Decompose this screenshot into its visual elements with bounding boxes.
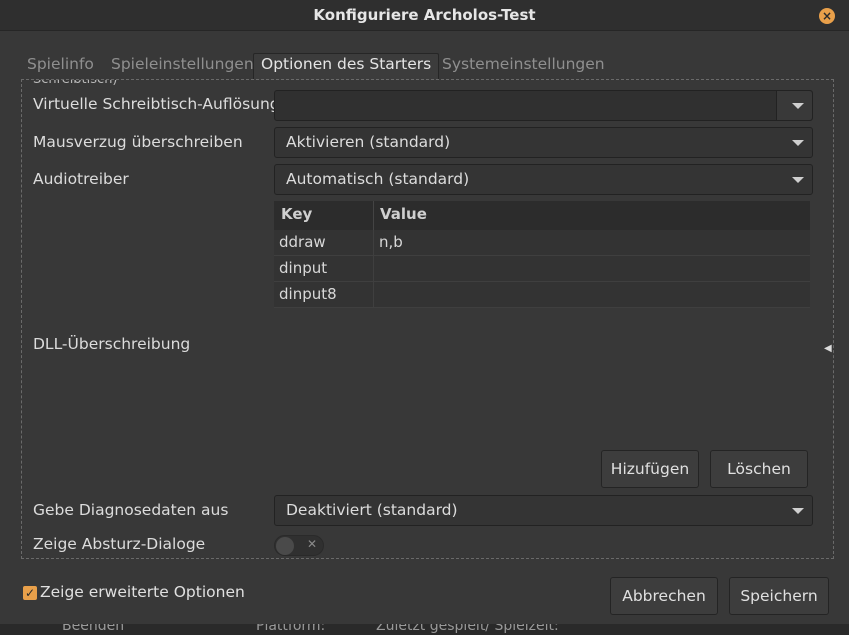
mouse-warp-value: Aktivieren (standard)	[286, 133, 451, 151]
close-icon[interactable]: ×	[819, 8, 835, 24]
config-dialog: Konfiguriere Archolos-Test × Spielinfo S…	[0, 0, 849, 635]
add-dll-button[interactable]: Hizufügen	[601, 450, 699, 488]
audio-driver-value: Automatisch (standard)	[286, 170, 470, 188]
chevron-down-icon	[792, 177, 804, 183]
dll-key-cell[interactable]: dinput	[279, 259, 327, 277]
column-separator	[373, 201, 374, 230]
audio-driver-label: Audiotreiber	[33, 170, 129, 188]
column-separator	[373, 282, 374, 308]
dll-key-cell[interactable]: dinput8	[279, 285, 337, 303]
column-value-header[interactable]: Value	[380, 205, 427, 223]
table-header: Key Value	[274, 201, 810, 230]
chevron-down-icon	[792, 508, 804, 514]
switch-off-icon: ✕	[307, 537, 318, 551]
background-item: Plattform:	[256, 624, 326, 634]
mouse-warp-label: Mausverzug überschreiben	[33, 133, 243, 151]
dll-override-table: Key Value ddraw n,b dinput dinput8	[274, 201, 810, 308]
dll-override-label: DLL-Überschreibung	[33, 335, 191, 353]
check-icon[interactable]: ✓	[23, 586, 37, 600]
crash-dialogs-label: Zeige Absturz-Dialoge	[33, 535, 206, 553]
switch-knob	[276, 537, 294, 555]
background-item: Zuletzt gespielt/ Spielzeit:	[376, 624, 559, 634]
mouse-warp-select[interactable]: Aktivieren (standard)	[274, 127, 813, 158]
save-button[interactable]: Speichern	[729, 577, 829, 615]
dll-value-cell[interactable]: n,b	[379, 233, 403, 251]
table-row[interactable]: dinput8	[274, 282, 810, 308]
background-window-strip: Beenden Plattform: Zuletzt gespielt/ Spi…	[0, 624, 849, 635]
scroll-grip-icon[interactable]: ◀	[824, 343, 836, 354]
column-separator	[373, 256, 374, 282]
column-separator	[373, 230, 374, 256]
debug-output-select[interactable]: Deaktiviert (standard)	[274, 495, 813, 526]
tab-game-info[interactable]: Spielinfo	[20, 53, 101, 80]
virtual-desktop-label: Virtuelle Schreibtisch-Auflösung	[33, 95, 280, 113]
tab-runner-options[interactable]: Optionen des Starters	[253, 53, 440, 80]
crash-dialogs-switch[interactable]: ✕	[274, 535, 324, 556]
debug-output-label: Gebe Diagnosedaten aus	[33, 501, 229, 519]
tab-system-settings[interactable]: Systemeinstellungen	[435, 53, 612, 80]
column-key-header[interactable]: Key	[281, 205, 312, 223]
audio-driver-select[interactable]: Automatisch (standard)	[274, 164, 813, 195]
dll-key-cell[interactable]: ddraw	[279, 233, 326, 251]
background-item: Beenden	[62, 624, 125, 634]
clipped-row-label: Schreibtisch)	[33, 79, 118, 87]
virtual-desktop-combo[interactable]	[274, 90, 813, 121]
table-row[interactable]: ddraw n,b	[274, 230, 810, 256]
delete-dll-button[interactable]: Löschen	[710, 450, 808, 488]
combo-separator	[776, 91, 777, 120]
chevron-down-icon	[792, 140, 804, 146]
titlebar: Konfiguriere Archolos-Test ×	[0, 0, 849, 31]
advanced-options-label[interactable]: Zeige erweiterte Optionen	[40, 583, 245, 601]
table-row[interactable]: dinput	[274, 256, 810, 282]
chevron-down-icon	[792, 103, 804, 109]
cancel-button[interactable]: Abbrechen	[610, 577, 718, 615]
tab-game-settings[interactable]: Spieleinstellungen	[104, 53, 261, 80]
window-title: Konfiguriere Archolos-Test	[313, 6, 536, 24]
runner-options-panel: Schreibtisch) Virtuelle Schreibtisch-Auf…	[21, 79, 834, 559]
debug-output-value: Deaktiviert (standard)	[286, 501, 458, 519]
